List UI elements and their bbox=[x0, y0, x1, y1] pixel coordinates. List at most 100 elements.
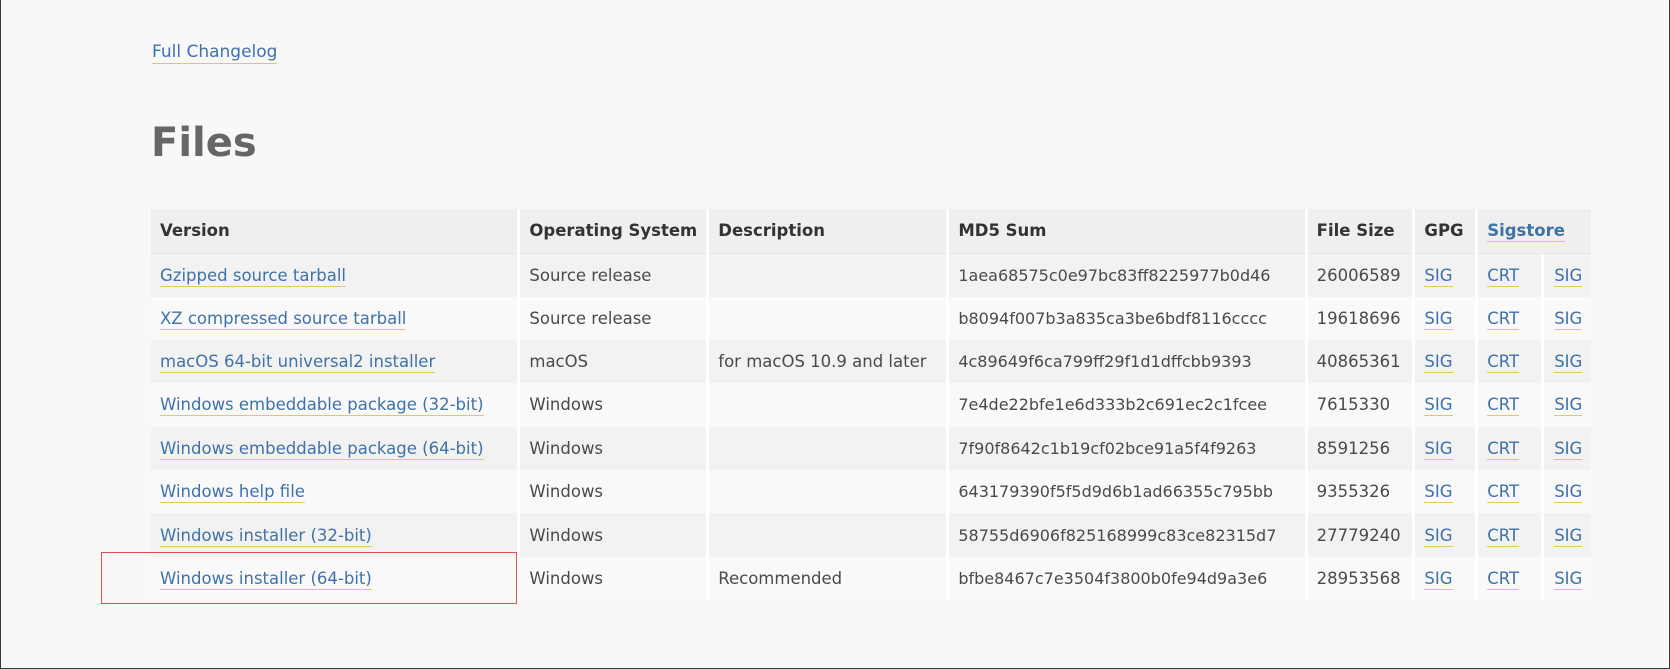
version-cell: Windows embeddable package (64-bit) bbox=[151, 426, 521, 471]
version-cell: Gzipped source tarball bbox=[151, 253, 521, 297]
sigstore-sig-link[interactable]: SIG bbox=[1554, 525, 1583, 547]
md5-cell: 4c89649f6ca799ff29f1d1dffcbb9393 bbox=[947, 339, 1308, 384]
description-cell bbox=[707, 296, 950, 340]
file-size-cell: 28953568 bbox=[1306, 556, 1416, 601]
md5-cell: bfbe8467c7e3504f3800b0fe94d9a3e6 bbox=[947, 556, 1308, 601]
description-cell bbox=[707, 383, 950, 427]
sigstore-crt-link[interactable]: CRT bbox=[1487, 569, 1520, 591]
gpg-cell: SIG bbox=[1413, 339, 1479, 384]
table-row: Windows installer (32-bit) Windows 58755d6… bbox=[151, 513, 1591, 557]
version-download-link[interactable]: Windows help file bbox=[160, 482, 305, 504]
sigstore-crt-link[interactable]: CRT bbox=[1487, 438, 1520, 460]
table-row: XZ compressed source tarball Source relea… bbox=[151, 296, 1591, 340]
version-cell: XZ compressed source tarball bbox=[151, 296, 521, 340]
os-cell: Windows bbox=[518, 383, 710, 427]
version-cell: Windows help file bbox=[151, 470, 521, 514]
file-size-cell: 8591256 bbox=[1306, 426, 1416, 471]
md5-cell: b8094f007b3a835ca3be6bdf8116cccc bbox=[947, 296, 1308, 340]
file-size-cell: 27779240 bbox=[1306, 513, 1416, 557]
os-cell: Windows bbox=[518, 513, 710, 557]
table-row: Windows embeddable package (64-bit) Windo… bbox=[151, 426, 1591, 471]
sigstore-cell: CRT SIG bbox=[1477, 470, 1591, 514]
header-md5-sum: MD5 Sum bbox=[947, 209, 1308, 254]
version-download-link[interactable]: Windows installer (32-bit) bbox=[160, 525, 372, 547]
md5-cell: 1aea68575c0e97bc83ff8225977b0d46 bbox=[947, 253, 1308, 297]
sigstore-sig-link[interactable]: SIG bbox=[1554, 265, 1583, 287]
table-row: Gzipped source tarball Source release 1aea… bbox=[151, 253, 1591, 297]
sigstore-cell: CRT SIG bbox=[1477, 426, 1591, 470]
gpg-sig-link[interactable]: SIG bbox=[1424, 525, 1453, 547]
version-download-link[interactable]: XZ compressed source tarball bbox=[160, 308, 407, 330]
description-cell: for macOS 10.9 and later bbox=[707, 339, 950, 384]
truncated-text bbox=[151, 0, 291, 4]
header-file-size: File Size bbox=[1306, 209, 1416, 254]
sigstore-crt-link[interactable]: CRT bbox=[1487, 308, 1520, 330]
version-cell: Windows installer (64-bit) bbox=[151, 556, 521, 601]
files-heading: Files bbox=[151, 120, 257, 166]
file-size-cell: 9355326 bbox=[1306, 470, 1416, 514]
gpg-sig-link[interactable]: SIG bbox=[1424, 482, 1453, 504]
sigstore-crt-link[interactable]: CRT bbox=[1487, 352, 1520, 374]
version-cell: Windows installer (32-bit) bbox=[151, 513, 521, 557]
version-download-link[interactable]: Gzipped source tarball bbox=[160, 265, 347, 287]
version-download-link[interactable]: macOS 64-bit universal2 installer bbox=[160, 352, 436, 374]
os-cell: Source release bbox=[518, 253, 710, 297]
gpg-sig-link[interactable]: SIG bbox=[1424, 265, 1453, 287]
sigstore-sig-link[interactable]: SIG bbox=[1554, 569, 1583, 591]
sigstore-crt-link[interactable]: CRT bbox=[1487, 482, 1520, 504]
header-description: Description bbox=[707, 209, 950, 254]
sigstore-sig-link[interactable]: SIG bbox=[1554, 352, 1583, 374]
file-size-cell: 40865361 bbox=[1306, 339, 1416, 384]
full-changelog-link[interactable]: Full Changelog bbox=[152, 42, 278, 64]
sigstore-sig-link[interactable]: SIG bbox=[1554, 438, 1583, 460]
sigstore-crt-link[interactable]: CRT bbox=[1487, 265, 1520, 287]
sigstore-cell: CRT SIG bbox=[1477, 296, 1591, 340]
header-gpg: GPG bbox=[1413, 209, 1479, 254]
gpg-cell: SIG bbox=[1413, 556, 1479, 601]
header-version: Version bbox=[151, 209, 521, 254]
file-size-cell: 19618696 bbox=[1306, 296, 1416, 340]
version-download-link[interactable]: Windows installer (64-bit) bbox=[160, 569, 372, 591]
table-header-row: Version Operating System Description MD5… bbox=[151, 209, 1591, 254]
gpg-cell: SIG bbox=[1413, 253, 1479, 297]
description-cell bbox=[707, 426, 950, 471]
sigstore-crt-link[interactable]: CRT bbox=[1487, 525, 1520, 547]
version-cell: macOS 64-bit universal2 installer bbox=[151, 339, 521, 384]
sigstore-crt-link[interactable]: CRT bbox=[1487, 395, 1520, 417]
header-operating-system: Operating System bbox=[518, 209, 710, 254]
sigstore-sig-link[interactable]: SIG bbox=[1554, 308, 1583, 330]
md5-cell: 7e4de22bfe1e6d333b2c691ec2c1fcee bbox=[947, 383, 1308, 427]
gpg-sig-link[interactable]: SIG bbox=[1424, 438, 1453, 460]
description-cell: Recommended bbox=[707, 556, 950, 601]
sigstore-cell: CRT SIG bbox=[1477, 340, 1591, 384]
gpg-sig-link[interactable]: SIG bbox=[1424, 395, 1453, 417]
gpg-cell: SIG bbox=[1413, 383, 1479, 427]
file-size-cell: 26006589 bbox=[1306, 253, 1416, 297]
sigstore-sig-link[interactable]: SIG bbox=[1554, 482, 1583, 504]
md5-cell: 643179390f5f5d9d6b1ad66355c795bb bbox=[947, 470, 1308, 514]
table-row: macOS 64-bit universal2 installer macOS fo… bbox=[151, 339, 1591, 384]
table-row: Windows help file Windows 643179390f5f5d9d… bbox=[151, 470, 1591, 514]
gpg-cell: SIG bbox=[1413, 513, 1479, 557]
os-cell: macOS bbox=[518, 339, 710, 384]
gpg-sig-link[interactable]: SIG bbox=[1424, 352, 1453, 374]
version-download-link[interactable]: Windows embeddable package (32-bit) bbox=[160, 395, 484, 417]
gpg-sig-link[interactable]: SIG bbox=[1424, 569, 1453, 591]
page-frame: Full Changelog Files Version Operating S… bbox=[0, 0, 1670, 669]
sigstore-cell: CRT SIG bbox=[1477, 513, 1591, 557]
os-cell: Windows bbox=[518, 470, 710, 514]
changelog-container: Full Changelog bbox=[152, 42, 278, 64]
md5-cell: 58755d6906f825168999c83ce82315d7 bbox=[947, 513, 1308, 557]
description-cell bbox=[707, 513, 950, 557]
description-cell bbox=[707, 253, 950, 297]
sigstore-cell: CRT SIG bbox=[1477, 383, 1591, 427]
table-row: Windows embeddable package (32-bit) Windo… bbox=[151, 383, 1591, 427]
gpg-sig-link[interactable]: SIG bbox=[1424, 308, 1453, 330]
version-download-link[interactable]: Windows embeddable package (64-bit) bbox=[160, 438, 484, 460]
sigstore-sig-link[interactable]: SIG bbox=[1554, 395, 1583, 417]
sigstore-header-link[interactable]: Sigstore bbox=[1487, 221, 1565, 243]
file-size-cell: 7615330 bbox=[1306, 383, 1416, 427]
os-cell: Windows bbox=[518, 426, 710, 471]
table-row: Windows installer (64-bit) Windows Recomme… bbox=[151, 556, 1591, 601]
md5-cell: 7f90f8642c1b19cf02bce91a5f4f9263 bbox=[947, 426, 1308, 471]
